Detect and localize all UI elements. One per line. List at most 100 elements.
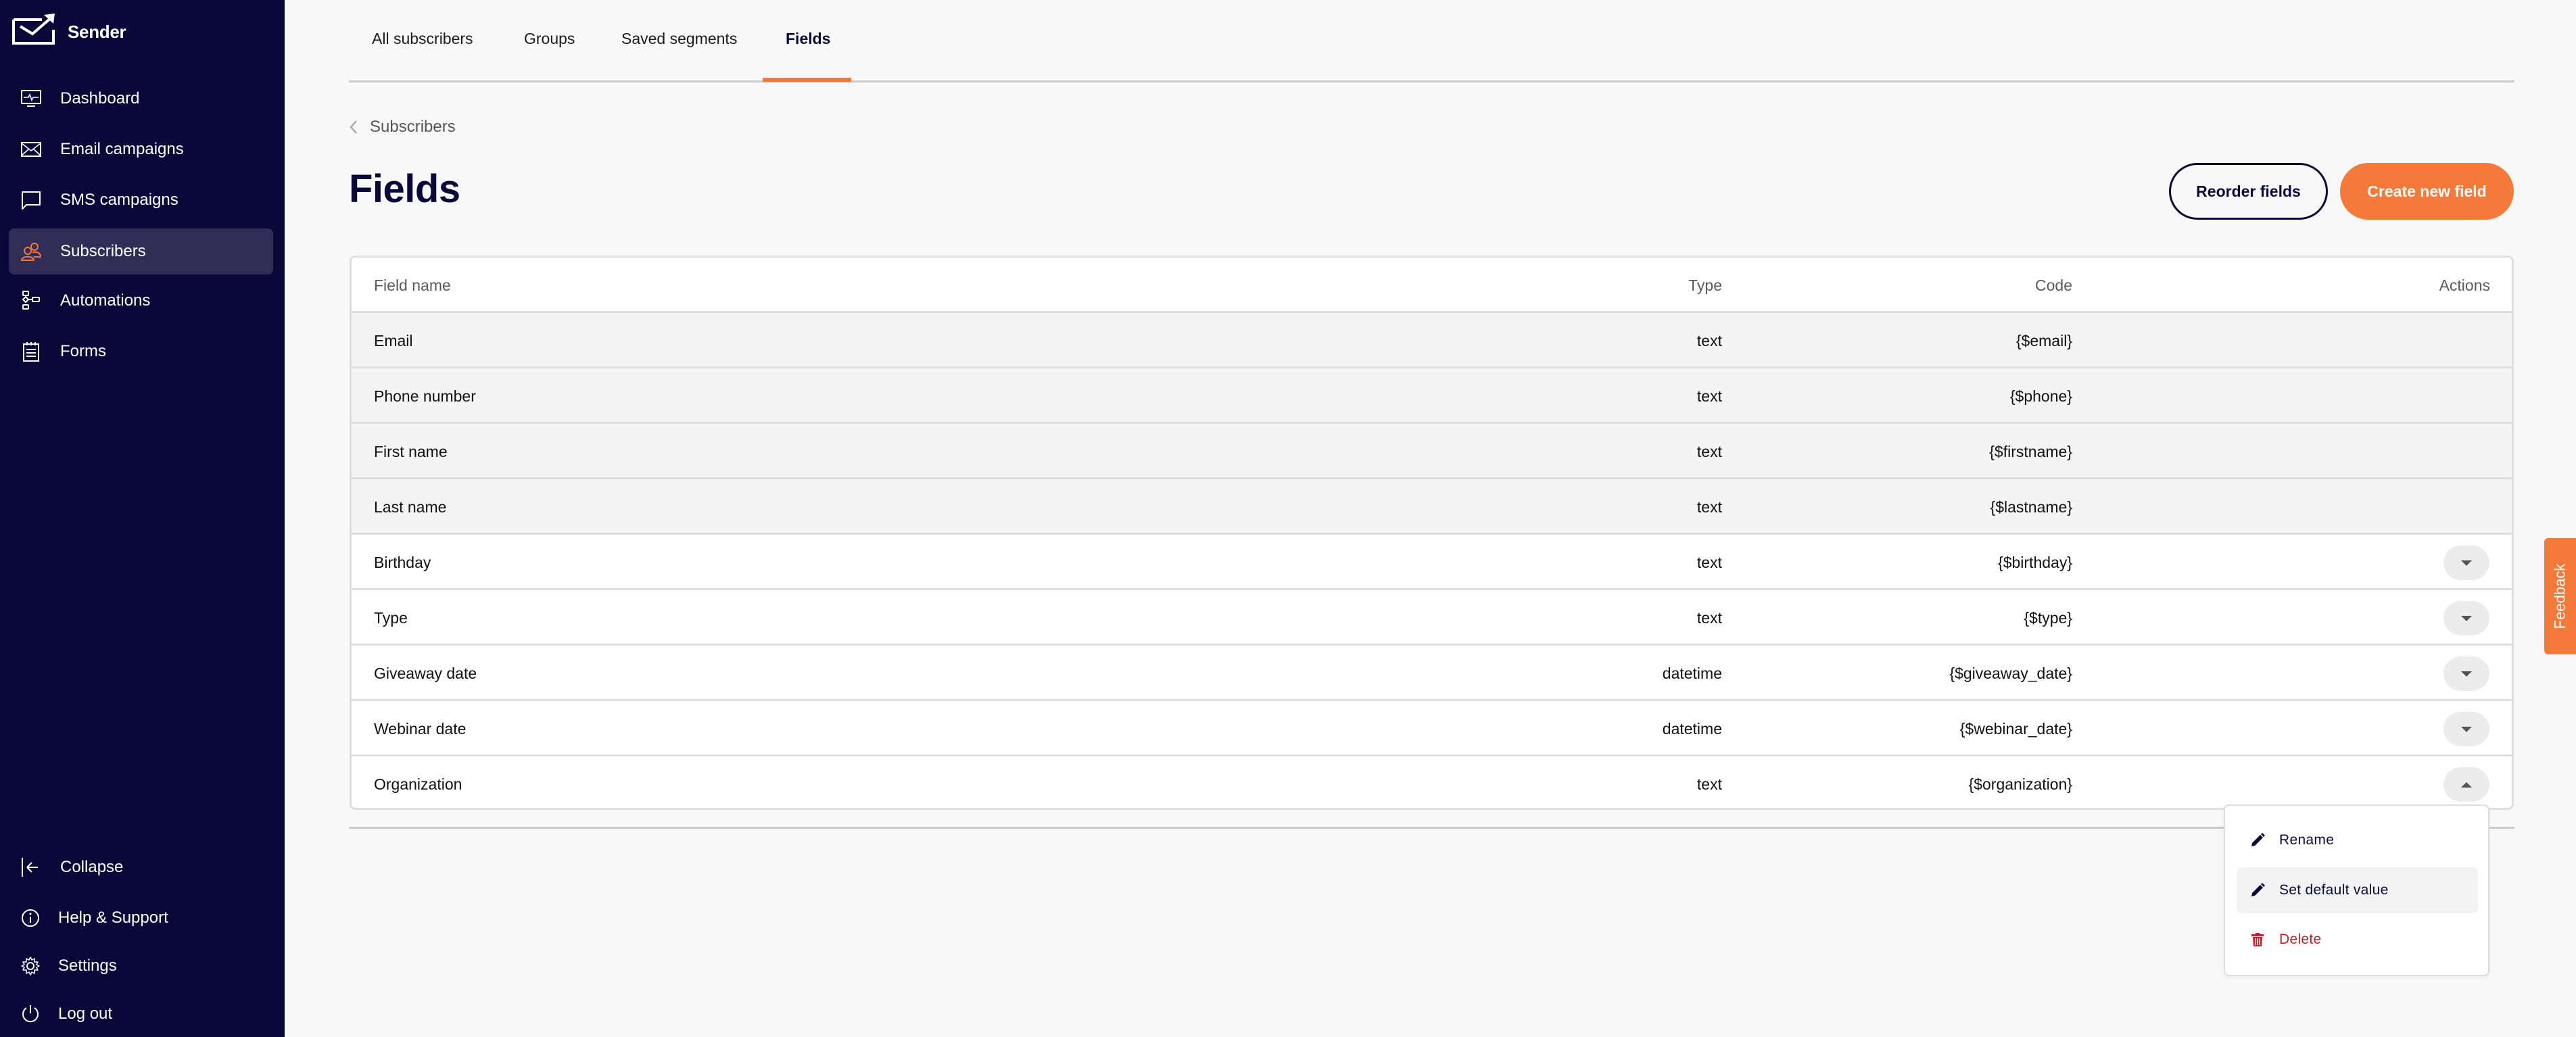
logo[interactable]: Sender xyxy=(12,14,126,45)
sidebar-item-label: Automations xyxy=(60,291,151,310)
sidebar-help-support[interactable]: Help & Support xyxy=(9,898,273,938)
page-title: Fields xyxy=(349,167,460,211)
sidebar-item-label: Forms xyxy=(60,342,106,360)
field-code: {$lastname} xyxy=(1990,498,2072,516)
column-header-type: Type xyxy=(1688,276,1722,294)
sidebar-item-automations[interactable]: Automations xyxy=(9,278,273,324)
field-type: text xyxy=(1696,553,1722,571)
feedback-tab[interactable]: Feedback xyxy=(2544,538,2576,654)
caret-down-icon xyxy=(2461,560,2472,566)
row-actions-button[interactable] xyxy=(2443,546,2489,580)
field-code: {$type} xyxy=(2024,608,2072,627)
sidebar-item-sms-campaigns[interactable]: SMS campaigns xyxy=(9,177,273,223)
sidebar: Sender Dashboard Email campaigns SMS cam… xyxy=(0,0,285,1037)
caret-up-icon xyxy=(2461,781,2472,788)
field-code: {$webinar_date} xyxy=(1959,719,2072,738)
info-icon xyxy=(20,908,41,928)
table-row: Giveaway date datetime {$giveaway_date} xyxy=(352,646,2512,701)
field-name: Last name xyxy=(374,498,447,516)
table-row: Birthday text {$birthday} xyxy=(352,535,2512,590)
pencil-icon xyxy=(2251,883,2265,896)
sidebar-item-label: Help & Support xyxy=(58,909,168,927)
field-code: {$organization} xyxy=(1968,775,2072,793)
table-row: Last name text {$lastname} xyxy=(352,479,2512,535)
field-name: Phone number xyxy=(374,387,476,405)
menu-item-rename[interactable]: Rename xyxy=(2237,817,2478,863)
table-row: Email text {$email} xyxy=(352,313,2512,368)
breadcrumb-link[interactable]: Subscribers xyxy=(370,118,456,137)
subscriber-tabs: All subscribers Groups Saved segments Fi… xyxy=(349,0,2514,82)
divider xyxy=(349,827,2514,829)
field-type: datetime xyxy=(1662,719,1722,738)
menu-item-label: Rename xyxy=(2279,832,2335,848)
sidebar-collapse[interactable]: Collapse xyxy=(9,847,273,888)
users-icon xyxy=(20,241,42,262)
table-row: Phone number text {$phone} xyxy=(352,368,2512,424)
menu-item-label: Delete xyxy=(2279,932,2322,947)
sidebar-item-dashboard[interactable]: Dashboard xyxy=(9,76,273,122)
app-name: Sender xyxy=(68,22,126,42)
column-header-field-name: Field name xyxy=(374,276,451,294)
field-type: text xyxy=(1696,387,1722,405)
workflow-icon xyxy=(20,291,42,311)
field-code: {$firstname} xyxy=(1989,442,2072,460)
column-header-code: Code xyxy=(2035,276,2072,294)
field-code: {$email} xyxy=(2016,331,2072,349)
row-actions-button[interactable] xyxy=(2443,767,2489,802)
menu-item-delete[interactable]: Delete xyxy=(2237,917,2478,963)
field-name: First name xyxy=(374,442,448,460)
table-row: Webinar date datetime {$webinar_date} xyxy=(352,701,2512,756)
create-new-field-button[interactable]: Create new field xyxy=(2340,163,2514,220)
collapse-icon xyxy=(20,857,41,877)
field-code: {$phone} xyxy=(2009,387,2072,405)
menu-item-label: Set default value xyxy=(2279,882,2389,898)
field-type: text xyxy=(1696,608,1722,627)
reorder-fields-button[interactable]: Reorder fields xyxy=(2169,163,2328,220)
row-actions-button[interactable] xyxy=(2443,601,2489,635)
pencil-icon xyxy=(2251,833,2265,846)
sidebar-item-subscribers[interactable]: Subscribers xyxy=(9,228,273,274)
sender-logo-icon xyxy=(12,14,55,45)
dashboard-icon xyxy=(20,89,42,109)
table-header: Field name Type Code Actions xyxy=(352,258,2512,313)
caret-down-icon xyxy=(2461,726,2472,732)
caret-down-icon xyxy=(2461,671,2472,677)
sidebar-settings[interactable]: Settings xyxy=(9,946,273,986)
breadcrumb[interactable]: Subscribers xyxy=(349,118,456,137)
gear-icon xyxy=(20,956,41,976)
field-code: {$birthday} xyxy=(1998,553,2072,571)
sidebar-item-label: Email campaigns xyxy=(60,140,184,158)
chevron-left-icon xyxy=(350,120,357,134)
caret-down-icon xyxy=(2461,615,2472,621)
tab-fields[interactable]: Fields xyxy=(786,30,830,82)
chat-icon xyxy=(20,190,42,210)
sidebar-item-label: Dashboard xyxy=(60,89,140,107)
field-actions-menu: Rename Set default value Delete xyxy=(2224,804,2489,976)
tab-saved-segments[interactable]: Saved segments xyxy=(621,30,737,82)
sidebar-log-out[interactable]: Log out xyxy=(9,994,273,1034)
power-icon xyxy=(20,1004,41,1024)
table-row: First name text {$firstname} xyxy=(352,424,2512,479)
sidebar-item-label: Settings xyxy=(58,957,117,975)
menu-item-set-default-value[interactable]: Set default value xyxy=(2237,867,2478,913)
field-name: Webinar date xyxy=(374,719,467,738)
field-type: text xyxy=(1696,331,1722,349)
field-name: Type xyxy=(374,608,408,627)
feedback-label: Feedback xyxy=(2551,563,2569,629)
tab-all-subscribers[interactable]: All subscribers xyxy=(372,30,473,82)
field-type: text xyxy=(1696,442,1722,460)
sidebar-item-label: Collapse xyxy=(60,858,124,876)
tab-groups[interactable]: Groups xyxy=(524,30,575,82)
sidebar-item-label: Log out xyxy=(58,1005,113,1023)
field-code: {$giveaway_date} xyxy=(1949,664,2072,682)
sidebar-item-email-campaigns[interactable]: Email campaigns xyxy=(9,126,273,172)
form-icon xyxy=(20,341,42,362)
sidebar-item-forms[interactable]: Forms xyxy=(9,329,273,375)
field-name: Birthday xyxy=(374,553,431,571)
active-tab-indicator xyxy=(763,78,851,82)
sidebar-item-label: Subscribers xyxy=(60,242,146,260)
row-actions-button[interactable] xyxy=(2443,656,2489,691)
field-type: text xyxy=(1696,498,1722,516)
field-name: Giveaway date xyxy=(374,664,477,682)
row-actions-button[interactable] xyxy=(2443,712,2489,746)
